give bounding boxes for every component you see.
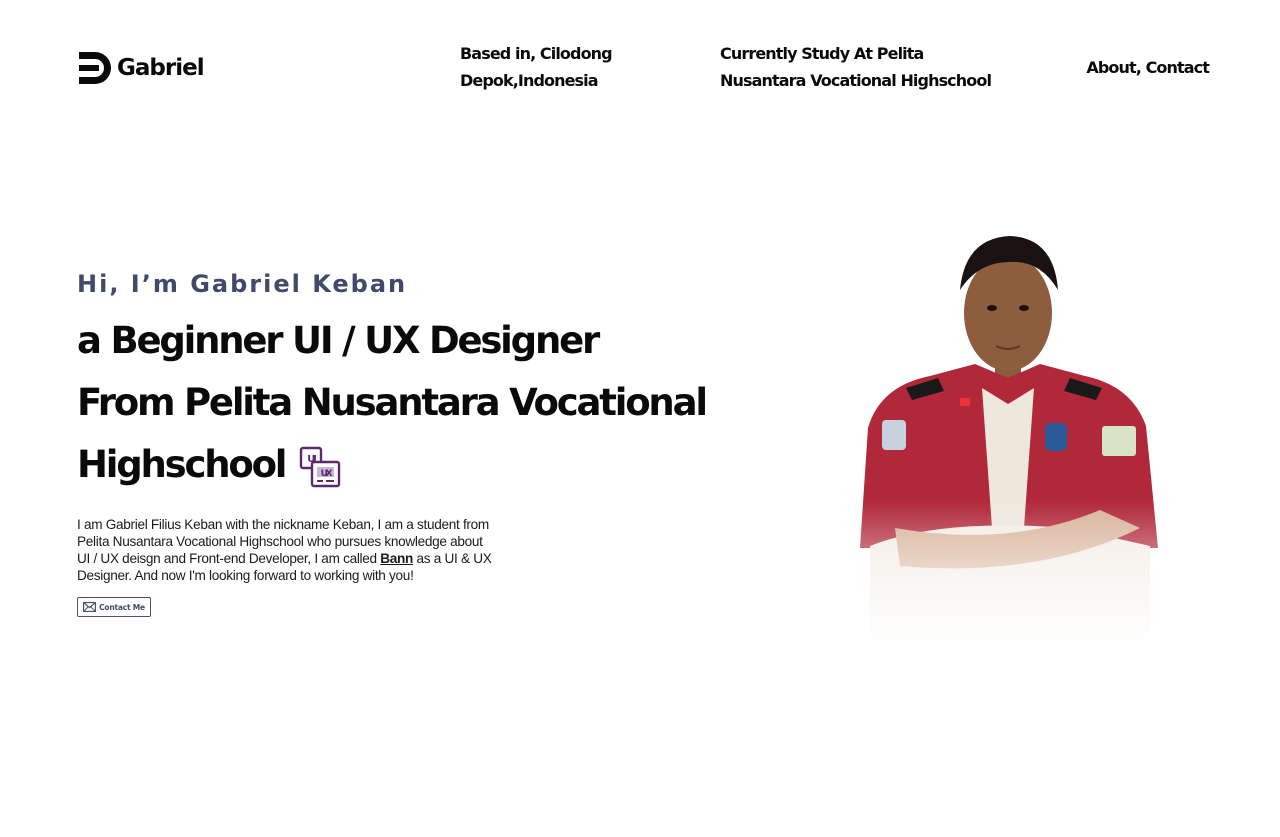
contact-me-label: Contact Me: [99, 602, 145, 612]
nav-contact-link[interactable]: Contact: [1146, 58, 1210, 77]
location-line-2: Depok,Indonesia: [460, 71, 599, 90]
hero-description: I am Gabriel Filius Keban with the nickn…: [77, 516, 497, 584]
site-header: Gabriel Based in, Cilodong Depok,Indones…: [0, 0, 1280, 130]
nickname: Bann: [380, 550, 414, 566]
mail-icon: [83, 602, 97, 612]
contact-me-button[interactable]: Contact Me: [77, 597, 151, 617]
logo[interactable]: Gabriel: [77, 50, 205, 86]
study-info: Currently Study At Pelita Nusantara Voca…: [720, 40, 1010, 94]
study-line-1: Currently Study At Pelita: [720, 44, 924, 63]
location-info: Based in, Cilodong Depok,Indonesia: [460, 40, 660, 94]
location-line-1: Based in, Cilodong: [460, 44, 613, 63]
ui-ux-icon: UI UX: [300, 446, 341, 487]
hero-text: Hi, I’m Gabriel Keban a Beginner UI / UX…: [77, 270, 717, 496]
study-line-2: Nusantara Vocational Highschool: [720, 71, 992, 90]
headline-line-3: Highschool: [77, 443, 288, 486]
headline-line-1: a Beginner UI / UX Designer: [77, 319, 600, 362]
nav-links: About, Contact: [1086, 54, 1210, 81]
nav-separator: ,: [1135, 58, 1146, 77]
logo-mark-icon: [79, 52, 111, 84]
hero-headline: a Beginner UI / UX Designer From Pelita …: [77, 310, 717, 496]
nav-about-link[interactable]: About: [1086, 58, 1136, 77]
headline-line-3-wrap: Highschool UI UX: [77, 434, 717, 496]
logo-text: Gabriel: [117, 55, 205, 81]
profile-photo: [860, 236, 1158, 668]
headline-line-2: From Pelita Nusantara Vocational: [77, 381, 708, 424]
hero-greeting: Hi, I’m Gabriel Keban: [77, 270, 408, 298]
